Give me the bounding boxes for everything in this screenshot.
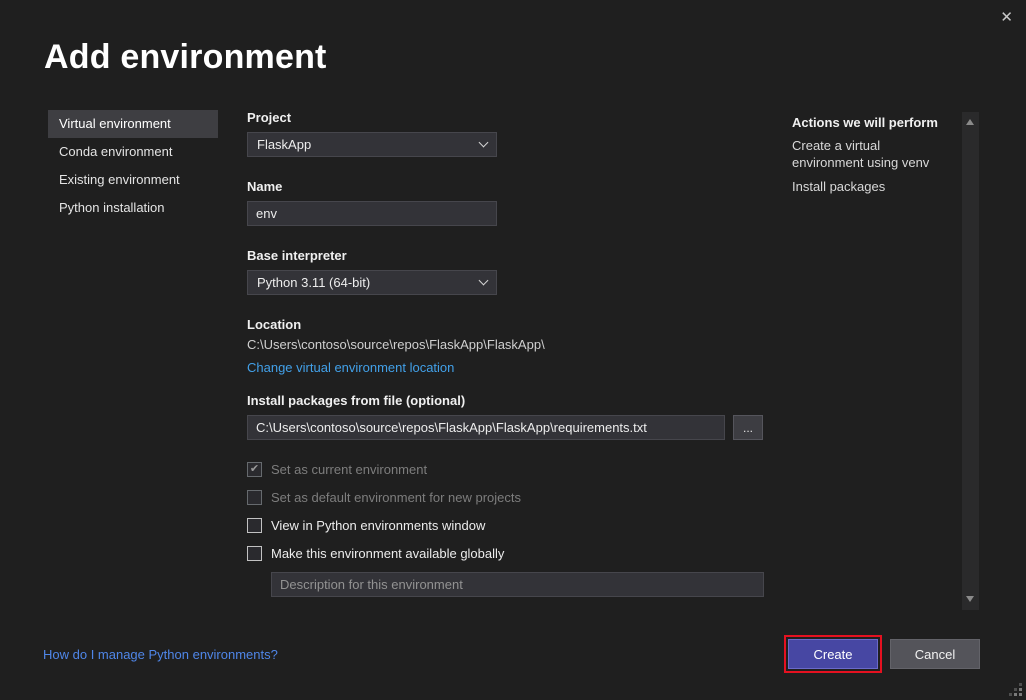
view-environments-checkbox[interactable]	[247, 518, 262, 533]
sidebar-item-existing-environment[interactable]: Existing environment	[48, 166, 218, 194]
create-annotation-box: Create	[784, 635, 882, 673]
base-interpreter-label: Base interpreter	[247, 248, 767, 263]
checkbox-label: Make this environment available globally	[271, 546, 504, 561]
checkbox-label: Set as default environment for new proje…	[271, 490, 521, 505]
browse-button[interactable]: ...	[733, 415, 763, 440]
available-globally-checkbox[interactable]	[247, 546, 262, 561]
action-item: Install packages	[792, 178, 950, 195]
name-input[interactable]	[247, 201, 497, 226]
actions-panel-title: Actions we will perform	[792, 115, 950, 130]
base-interpreter-dropdown-value: Python 3.11 (64-bit)	[257, 275, 370, 290]
dialog-title: Add environment	[44, 38, 327, 77]
chevron-down-icon	[479, 138, 489, 148]
checkmark-icon: ✔	[250, 464, 259, 475]
install-packages-label: Install packages from file (optional)	[247, 393, 767, 408]
name-label: Name	[247, 179, 767, 194]
project-group: Project FlaskApp	[247, 110, 767, 157]
sidebar-item-python-installation[interactable]: Python installation	[48, 194, 218, 222]
project-label: Project	[247, 110, 767, 125]
scroll-up-icon[interactable]	[962, 115, 979, 131]
project-dropdown-value: FlaskApp	[257, 137, 311, 152]
checkbox-row-set-current[interactable]: ✔ Set as current environment	[247, 460, 767, 478]
cancel-button[interactable]: Cancel	[890, 639, 980, 669]
scroll-down-icon[interactable]	[962, 591, 979, 607]
base-interpreter-dropdown[interactable]: Python 3.11 (64-bit)	[247, 270, 497, 295]
chevron-down-icon	[479, 276, 489, 286]
location-label: Location	[247, 317, 767, 332]
checkbox-label: Set as current environment	[271, 462, 427, 477]
checkbox-row-view-environments[interactable]: View in Python environments window	[247, 516, 767, 534]
environment-form: Project FlaskApp Name Base interpreter P…	[247, 110, 767, 597]
scrollbar[interactable]	[962, 112, 979, 610]
sidebar: Virtual environment Conda environment Ex…	[48, 110, 218, 222]
install-packages-group: Install packages from file (optional) ..…	[247, 393, 767, 440]
sidebar-item-conda-environment[interactable]: Conda environment	[48, 138, 218, 166]
close-icon[interactable]: ✕	[1000, 8, 1013, 28]
sidebar-item-virtual-environment[interactable]: Virtual environment	[48, 110, 218, 138]
help-link[interactable]: How do I manage Python environments?	[43, 647, 278, 662]
checkbox-section: ✔ Set as current environment Set as defa…	[247, 460, 767, 597]
location-group: Location C:\Users\contoso\source\repos\F…	[247, 317, 767, 377]
name-group: Name	[247, 179, 767, 226]
location-path: C:\Users\contoso\source\repos\FlaskApp\F…	[247, 337, 767, 352]
checkbox-row-set-default[interactable]: Set as default environment for new proje…	[247, 488, 767, 506]
checkbox-label: View in Python environments window	[271, 518, 485, 533]
install-packages-input[interactable]	[247, 415, 725, 440]
change-location-link[interactable]: Change virtual environment location	[247, 360, 454, 375]
create-button[interactable]: Create	[788, 639, 878, 669]
action-item: Create a virtual environment using venv	[792, 137, 950, 171]
description-input[interactable]	[271, 572, 764, 597]
set-default-checkbox[interactable]	[247, 490, 262, 505]
set-current-checkbox[interactable]: ✔	[247, 462, 262, 477]
checkbox-row-available-globally[interactable]: Make this environment available globally	[247, 544, 767, 562]
actions-panel: Actions we will perform Create a virtual…	[792, 115, 950, 202]
resize-grip-icon[interactable]	[1008, 682, 1022, 696]
base-interpreter-group: Base interpreter Python 3.11 (64-bit)	[247, 248, 767, 295]
project-dropdown[interactable]: FlaskApp	[247, 132, 497, 157]
